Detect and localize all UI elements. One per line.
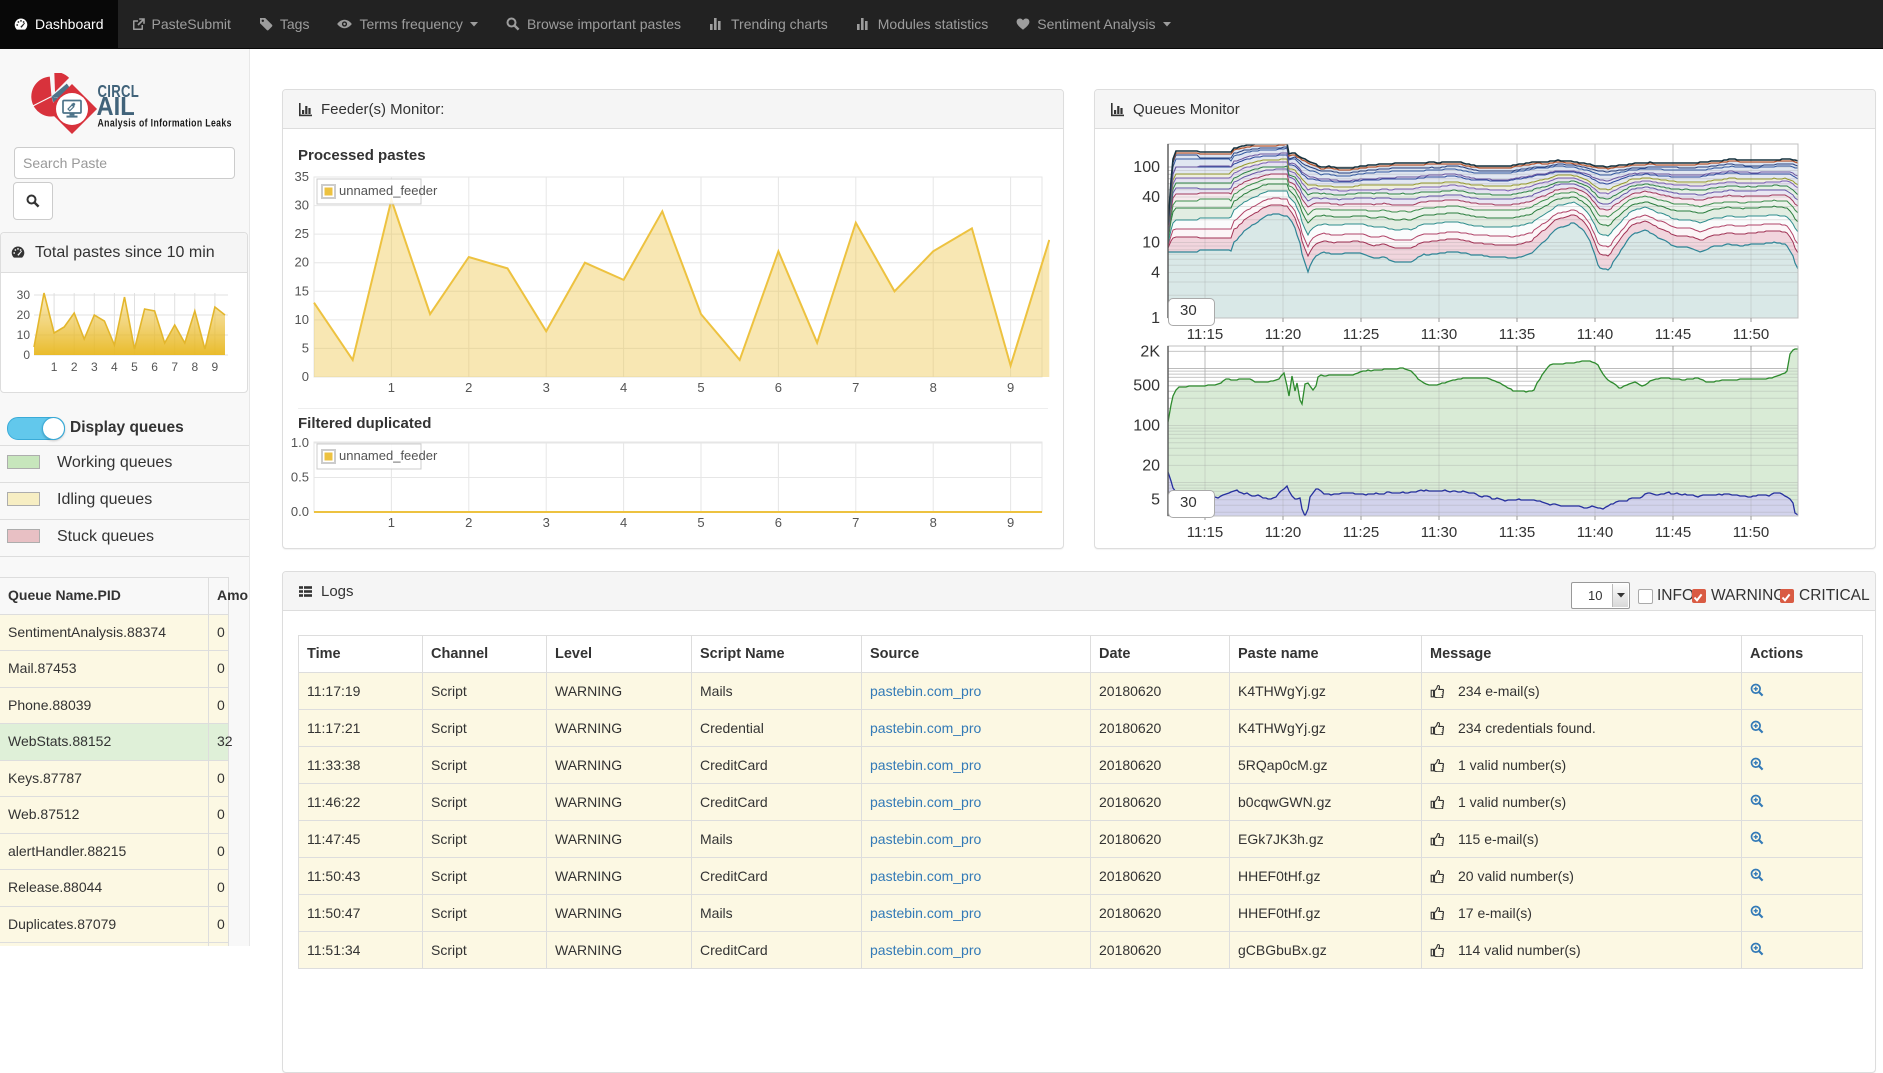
- svg-text:10: 10: [295, 312, 309, 327]
- svg-text:2K: 2K: [1140, 343, 1160, 360]
- svg-text:10: 10: [17, 328, 31, 342]
- svg-text:3: 3: [543, 515, 550, 530]
- svg-text:2: 2: [71, 360, 78, 374]
- svg-text:1: 1: [51, 360, 58, 374]
- svg-text:20: 20: [17, 308, 31, 322]
- svg-text:5: 5: [131, 360, 138, 374]
- svg-text:4: 4: [620, 380, 627, 395]
- svg-text:9: 9: [1007, 515, 1014, 530]
- svg-text:0: 0: [302, 369, 309, 384]
- svg-text:15: 15: [295, 283, 309, 298]
- svg-text:5: 5: [697, 515, 704, 530]
- svg-text:30: 30: [17, 288, 31, 302]
- svg-text:11:50: 11:50: [1733, 524, 1769, 541]
- svg-text:7: 7: [852, 515, 859, 530]
- svg-text:11:40: 11:40: [1577, 524, 1613, 541]
- svg-text:5: 5: [697, 380, 704, 395]
- svg-text:25: 25: [295, 226, 309, 241]
- svg-text:4: 4: [111, 360, 118, 374]
- svg-text:2: 2: [465, 380, 472, 395]
- svg-text:8: 8: [191, 360, 198, 374]
- svg-text:7: 7: [852, 380, 859, 395]
- svg-text:8: 8: [930, 515, 937, 530]
- svg-text:unnamed_feeder: unnamed_feeder: [339, 183, 438, 198]
- svg-text:0: 0: [23, 348, 30, 362]
- svg-text:1: 1: [388, 515, 395, 530]
- svg-text:5: 5: [302, 340, 309, 355]
- svg-text:5: 5: [1151, 492, 1160, 509]
- svg-text:3: 3: [91, 360, 98, 374]
- svg-text:0.5: 0.5: [291, 470, 309, 485]
- svg-text:unnamed_feeder: unnamed_feeder: [339, 448, 438, 463]
- svg-text:8: 8: [930, 380, 937, 395]
- svg-text:4: 4: [1151, 265, 1160, 282]
- svg-text:20: 20: [1142, 457, 1160, 474]
- svg-text:1.0: 1.0: [291, 435, 309, 450]
- svg-text:2: 2: [465, 515, 472, 530]
- svg-text:35: 35: [295, 169, 309, 184]
- svg-text:10: 10: [1142, 235, 1160, 252]
- svg-text:6: 6: [775, 380, 782, 395]
- svg-text:6: 6: [775, 515, 782, 530]
- svg-text:500: 500: [1133, 378, 1160, 395]
- svg-text:9: 9: [212, 360, 219, 374]
- svg-text:100: 100: [1133, 159, 1160, 176]
- svg-text:11:35: 11:35: [1499, 524, 1535, 541]
- svg-text:11:15: 11:15: [1187, 524, 1223, 541]
- svg-text:20: 20: [295, 255, 309, 270]
- svg-text:30: 30: [295, 198, 309, 213]
- svg-text:11:30: 11:30: [1421, 524, 1457, 541]
- svg-text:6: 6: [151, 360, 158, 374]
- svg-text:Analysis of Information Leaks: Analysis of Information Leaks: [98, 118, 232, 130]
- svg-text:11:20: 11:20: [1265, 524, 1301, 541]
- svg-text:1: 1: [1151, 310, 1160, 327]
- svg-text:9: 9: [1007, 380, 1014, 395]
- svg-text:7: 7: [171, 360, 178, 374]
- svg-text:100: 100: [1133, 418, 1160, 435]
- svg-text:40: 40: [1142, 189, 1160, 206]
- svg-text:0.0: 0.0: [291, 504, 309, 519]
- svg-text:1: 1: [388, 380, 395, 395]
- svg-text:11:25: 11:25: [1343, 524, 1379, 541]
- svg-text:4: 4: [620, 515, 627, 530]
- svg-text:11:45: 11:45: [1655, 524, 1691, 541]
- svg-text:3: 3: [543, 380, 550, 395]
